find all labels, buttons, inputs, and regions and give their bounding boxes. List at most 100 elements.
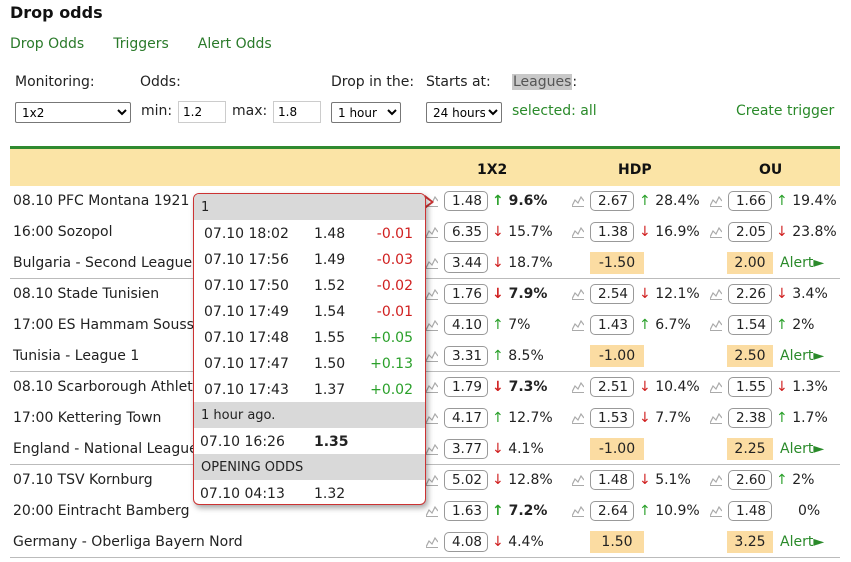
create-trigger-link[interactable]: Create trigger [736, 103, 834, 119]
odd-ou[interactable]: 2.26 [728, 284, 772, 304]
chart-icon[interactable] [709, 412, 723, 424]
chart-icon[interactable] [571, 412, 585, 424]
row-text[interactable]: 20:00 Eintracht Bamberg [13, 503, 189, 519]
odd-1x2[interactable]: 1.76 [444, 284, 488, 304]
chart-icon[interactable] [709, 195, 723, 207]
chart-icon[interactable] [425, 443, 439, 455]
change-value: 10.9% [655, 503, 700, 519]
odd-hdp[interactable]: 2.54 [590, 284, 634, 304]
chart-icon[interactable] [709, 505, 723, 517]
arrow-icon: ↑ [492, 193, 509, 209]
chart-icon[interactable] [425, 536, 439, 548]
history-diff: -0.03 [376, 252, 413, 268]
odd-ou[interactable]: 2.60 [728, 470, 772, 490]
nav-triggers[interactable]: Triggers [113, 36, 169, 52]
monitoring-select[interactable]: 1x2 [15, 102, 131, 123]
chart-icon[interactable] [571, 319, 585, 331]
odd-1x2[interactable]: 4.08 [444, 532, 488, 552]
arrow-icon: ↓ [639, 286, 656, 302]
chart-icon[interactable] [425, 505, 439, 517]
odd-ou[interactable]: 2.38 [728, 408, 772, 428]
odd-1x2[interactable]: 1.63 [444, 501, 488, 521]
chart-icon[interactable] [571, 474, 585, 486]
odd-1x2[interactable]: 1.48 [444, 191, 488, 211]
odd-ou[interactable]: 2.05 [728, 222, 772, 242]
chart-icon[interactable] [425, 288, 439, 300]
odd-hdp[interactable]: 2.67 [590, 191, 634, 211]
odd-hdp[interactable]: 2.51 [590, 377, 634, 397]
chart-icon[interactable] [571, 226, 585, 238]
max-input[interactable] [273, 101, 321, 123]
leagues-colon: : [572, 74, 578, 90]
chart-icon[interactable] [709, 319, 723, 331]
alert-link[interactable]: Alert► [780, 534, 824, 550]
chart-icon[interactable] [571, 195, 585, 207]
odd-hdp[interactable]: 1.53 [590, 408, 634, 428]
odd-1x2[interactable]: 3.77 [444, 439, 488, 459]
chart-icon[interactable] [709, 381, 723, 393]
chart-icon[interactable] [709, 226, 723, 238]
starts-select[interactable]: 24 hours [426, 102, 502, 123]
row-text[interactable]: 16:00 Sozopol [13, 224, 113, 240]
min-input[interactable] [178, 101, 226, 123]
chart-icon[interactable] [571, 381, 585, 393]
odd-1x2[interactable]: 4.17 [444, 408, 488, 428]
chart-icon[interactable] [709, 288, 723, 300]
odd-hdp[interactable]: 1.48 [590, 470, 634, 490]
nav-drop-odds[interactable]: Drop Odds [10, 36, 84, 52]
odd-hdp[interactable]: 2.64 [590, 501, 634, 521]
chart-icon[interactable] [709, 474, 723, 486]
chart-icon[interactable] [425, 412, 439, 424]
odd-ou[interactable]: 1.66 [728, 191, 772, 211]
chart-icon[interactable] [425, 319, 439, 331]
odd-ou[interactable]: 1.55 [728, 377, 772, 397]
arrow-icon: ↑ [776, 410, 793, 426]
row-text[interactable]: 08.10 Stade Tunisien [13, 286, 159, 302]
row-text[interactable]: 08.10 Scarborough Athletic [13, 379, 204, 395]
change-value: 19.4% [792, 193, 837, 209]
change-value: 28.4% [655, 193, 700, 209]
chart-icon[interactable] [425, 350, 439, 362]
odd-hdp[interactable]: 1.43 [590, 315, 634, 335]
odd-hdp[interactable]: 1.38 [590, 222, 634, 242]
nav-alert-odds[interactable]: Alert Odds [198, 36, 272, 52]
row-text[interactable]: Germany - Oberliga Bayern Nord [13, 534, 243, 550]
chart-icon[interactable] [425, 257, 439, 269]
row-text[interactable]: Tunisia - League 1 [13, 348, 139, 364]
change-value: 7.2% [508, 503, 548, 519]
chart-icon[interactable] [425, 226, 439, 238]
odd-1x2[interactable]: 5.02 [444, 470, 488, 490]
row-text[interactable]: 17:00 Kettering Town [13, 410, 161, 426]
history-time: 07.10 18:02 [204, 226, 289, 242]
history-time: 07.10 17:43 [204, 382, 289, 398]
arrow-icon: ↓ [492, 534, 509, 550]
history-diff: -0.01 [376, 226, 413, 242]
popup-history-row: 07.10 17:49 1.54 -0.01 [194, 298, 425, 324]
alert-link[interactable]: Alert► [780, 255, 824, 271]
popup-hour-ago-row: 07.10 16:26 1.35 [194, 428, 425, 454]
alert-link[interactable]: Alert► [780, 348, 824, 364]
odd-1x2[interactable]: 3.44 [444, 253, 488, 273]
change-1x2: ↓ 15.7% [492, 224, 553, 240]
odd-1x2[interactable]: 3.31 [444, 346, 488, 366]
odd-ou[interactable]: 1.54 [728, 315, 772, 335]
odd-ou[interactable]: 1.48 [728, 501, 772, 521]
drop-select[interactable]: 1 hour [331, 102, 401, 123]
page-title: Drop odds [10, 3, 103, 22]
change-1x2: ↓ 18.7% [492, 255, 553, 271]
row-text[interactable]: 17:00 ES Hammam Sousse [13, 317, 203, 333]
row-text[interactable]: Bulgaria - Second League [13, 255, 192, 271]
leagues-link[interactable]: Leagues [512, 74, 573, 90]
arrow-icon: ↓ [776, 286, 793, 302]
row-text[interactable]: 08.10 PFC Montana 1921 [13, 193, 189, 209]
odd-1x2[interactable]: 4.10 [444, 315, 488, 335]
chart-icon[interactable] [571, 505, 585, 517]
odd-1x2[interactable]: 6.35 [444, 222, 488, 242]
leagues-label[interactable]: Leagues: [512, 74, 577, 90]
odd-1x2[interactable]: 1.79 [444, 377, 488, 397]
chart-icon[interactable] [425, 381, 439, 393]
row-text[interactable]: 07.10 TSV Kornburg [13, 472, 153, 488]
alert-link[interactable]: Alert► [780, 441, 824, 457]
chart-icon[interactable] [571, 288, 585, 300]
chart-icon[interactable] [425, 474, 439, 486]
